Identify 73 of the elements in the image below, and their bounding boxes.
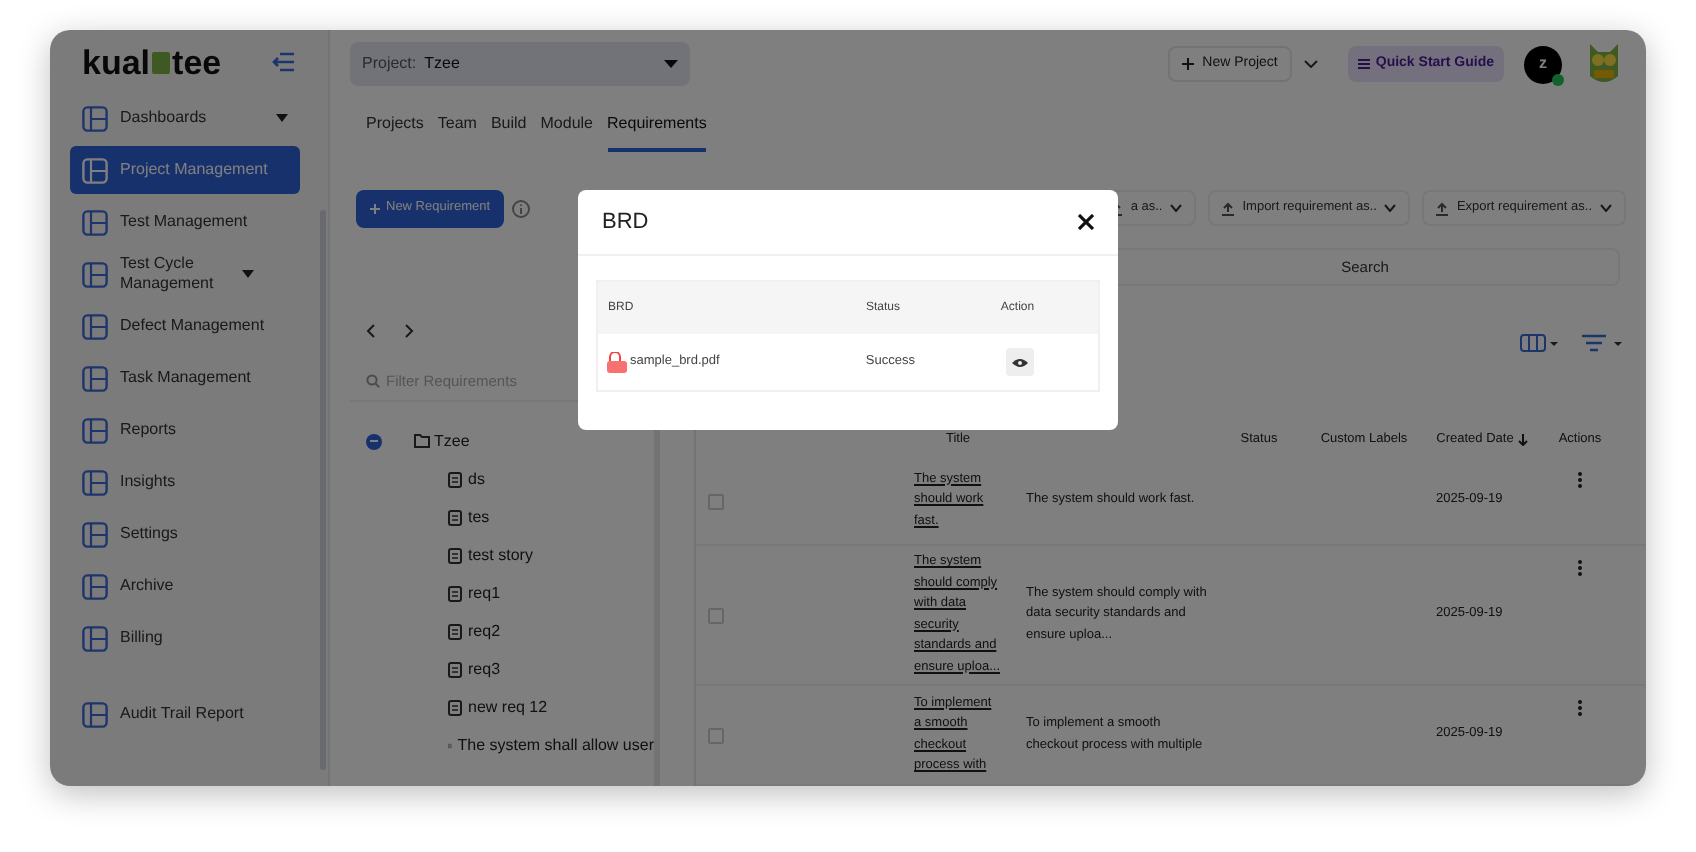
sidebar-item[interactable]: Test Cycle Management [70,250,300,298]
owl-mascot-icon [1586,40,1622,88]
pdf-file-icon [606,351,628,373]
caret-icon [276,114,288,122]
panel-icon [82,209,108,235]
caret-icon [664,60,678,68]
checkbox[interactable] [708,607,724,623]
panel-icon [82,105,108,131]
folder-icon [414,434,430,448]
sidebar-item[interactable]: Settings [70,510,300,558]
filter-icon[interactable] [1582,333,1622,351]
online-status-icon [1552,73,1564,85]
chevron-down-icon [1600,204,1612,212]
tree-item[interactable]: ds [350,460,654,498]
arrow-down-icon [1517,434,1528,447]
modal-title: BRD [602,207,649,238]
tree-item[interactable]: req2 [350,612,654,650]
view-button[interactable] [1006,348,1035,376]
panel-icon [82,469,108,495]
tree-item[interactable]: Tzee [414,429,470,453]
tree-item[interactable]: new req 12 [350,688,654,726]
checkbox[interactable] [708,727,724,743]
project-select[interactable]: Project: Tzee [350,42,690,86]
chevron-right-icon[interactable] [404,323,414,337]
panel-icon [82,313,108,339]
list-icon [1357,58,1370,70]
panel-icon [82,521,108,547]
tree-item[interactable]: req3 [350,650,654,688]
tab[interactable]: Projects [366,112,424,152]
tree-item[interactable]: The system shall allow user [350,726,654,764]
close-icon[interactable] [1078,214,1094,230]
tab[interactable]: Build [490,112,527,152]
panel-icon [82,365,108,391]
avatar[interactable]: z [1524,45,1562,83]
leaf-icon [152,51,171,73]
panel-icon [82,261,108,287]
sidebar-item[interactable]: Task Management [70,354,300,402]
plus-icon [370,203,380,213]
caret-icon [242,270,254,278]
panel-icon [82,417,108,443]
panel-icon [82,573,108,599]
logo-text: kual [82,45,151,79]
sidebar-item[interactable]: Reports [70,406,300,454]
sidebar-item[interactable]: Audit Trail Report [70,690,300,738]
info-icon[interactable] [512,199,531,217]
panel-icon [82,701,108,727]
sidebar-item[interactable]: Defect Management [70,302,300,350]
plus-icon [1182,58,1195,70]
sidebar-item[interactable]: Test Management [70,198,300,246]
panel-icon [82,157,108,183]
chevron-down-icon [1384,204,1397,212]
checkbox[interactable] [708,493,724,509]
sidebar-item[interactable]: Insights [70,458,300,506]
eye-icon [1012,357,1029,367]
tree-item[interactable]: tes [350,498,654,536]
sidebar-item[interactable]: Dashboards [70,94,300,142]
panel-icon [82,625,108,651]
collapse-toggle[interactable] [366,433,382,449]
tab[interactable]: Requirements [607,112,707,152]
sidebar-item[interactable]: Project Management [70,146,300,194]
tab[interactable]: Team [437,112,477,152]
logo-text: tee [172,45,222,79]
chevron-left-icon[interactable] [366,323,376,337]
tree-item[interactable]: test story [350,536,654,574]
chevron-down-icon [1304,60,1319,68]
sidebar-item[interactable]: Billing [70,614,300,662]
sidebar-item[interactable]: Archive [70,562,300,610]
chevron-down-icon [1170,204,1183,212]
tab[interactable]: Module [540,112,594,152]
collapse-icon[interactable] [272,52,296,72]
search-icon [366,374,380,388]
columns-icon[interactable] [1520,333,1558,351]
tree-item[interactable]: req1 [350,574,654,612]
